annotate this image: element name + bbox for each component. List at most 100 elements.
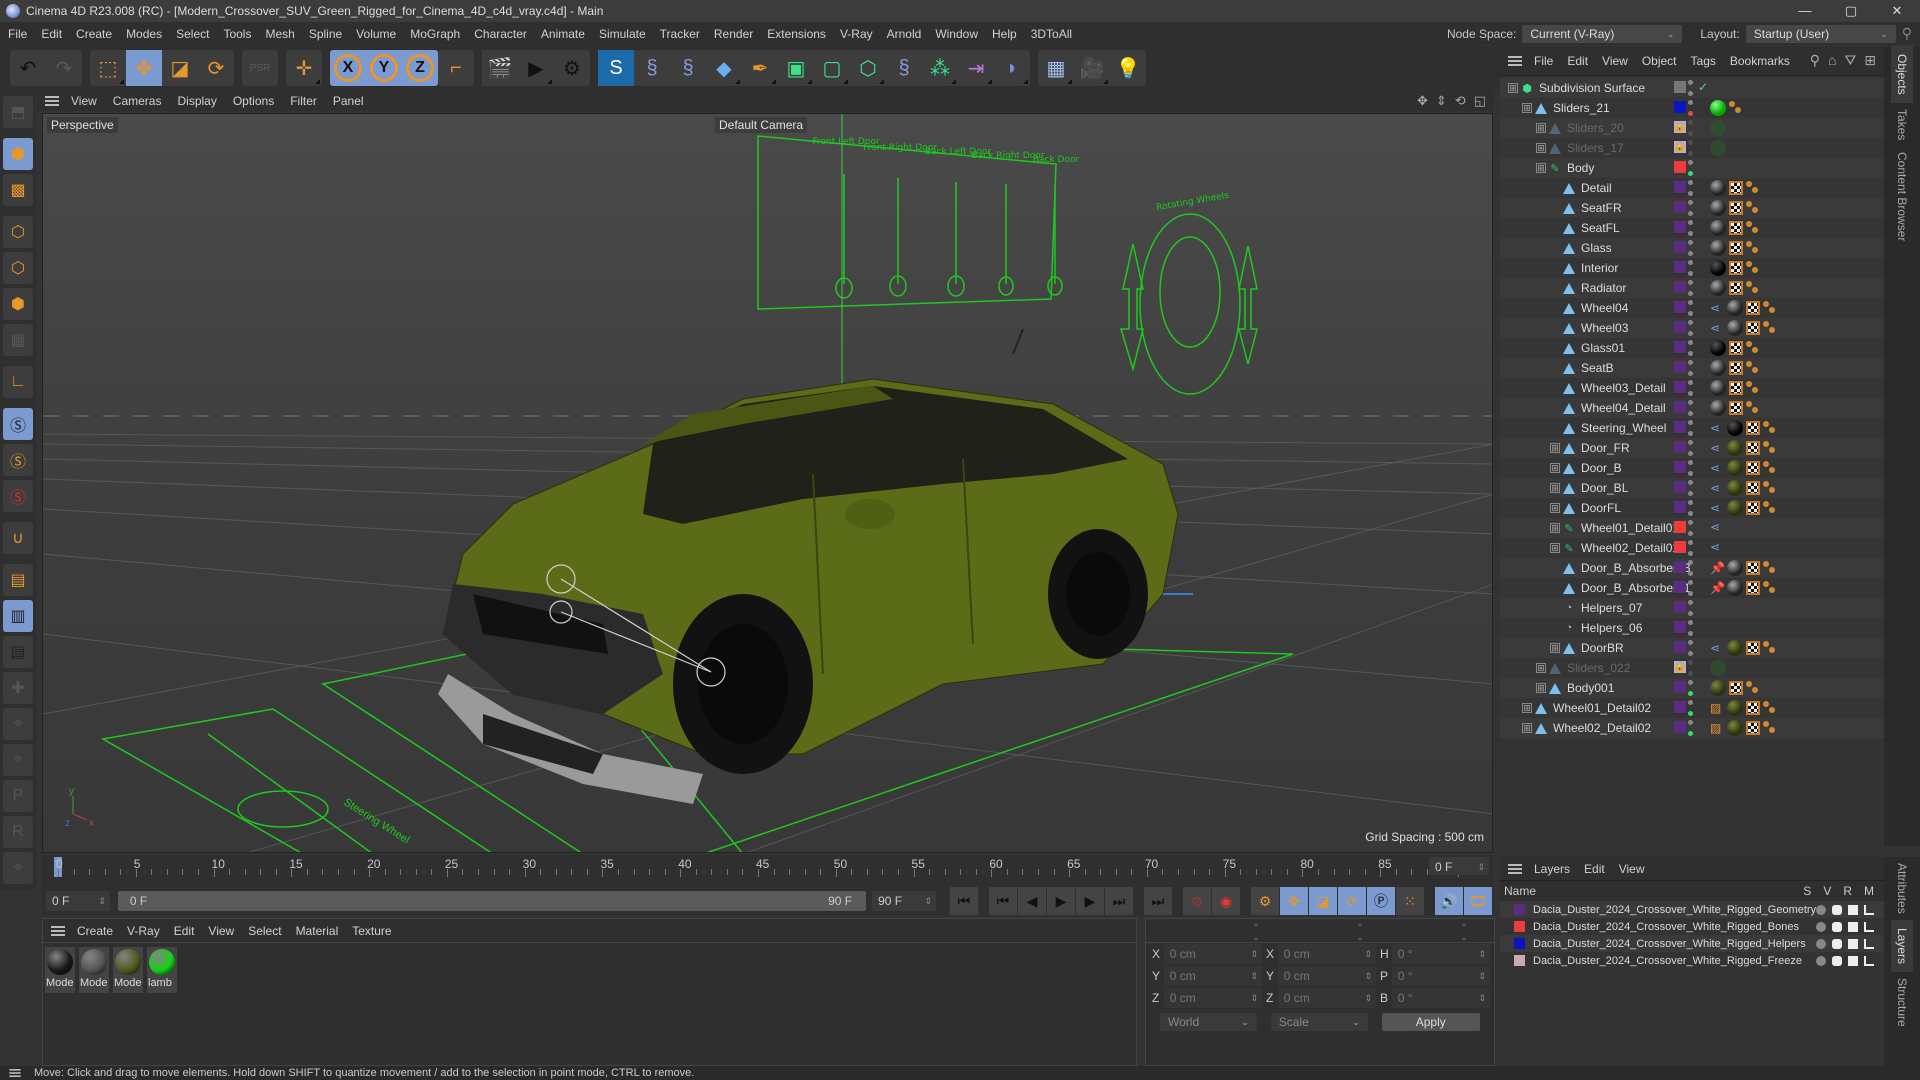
selection-tag-icon[interactable] (1746, 401, 1760, 415)
manager-toggle-icon[interactable] (1864, 921, 1874, 932)
menu-mesh[interactable]: Mesh (265, 27, 294, 41)
polygons-mode-icon[interactable]: ⬢ (3, 288, 33, 320)
go-to-end-icon[interactable]: ⏭ (1143, 887, 1172, 915)
light-icon[interactable]: 💡 (1110, 50, 1146, 86)
visible-eye-icon[interactable] (1832, 904, 1842, 915)
selection-tag-icon[interactable] (1746, 221, 1760, 235)
viewport-menu-filter[interactable]: Filter (290, 94, 317, 108)
layer-color-swatch[interactable] (1674, 641, 1686, 653)
visibility-dots[interactable] (1688, 680, 1694, 696)
object-row[interactable]: Detail (1500, 178, 1884, 198)
menu-extensions[interactable]: Extensions (767, 27, 826, 41)
texture-tag-icon[interactable] (1729, 201, 1743, 215)
material-tag-icon[interactable] (1727, 720, 1743, 736)
menu-simulate[interactable]: Simulate (599, 27, 646, 41)
key-scale-icon[interactable]: ◪ (1308, 887, 1337, 915)
visibility-dots[interactable] (1688, 380, 1694, 396)
quantize-icon[interactable]: Ⓢ (3, 480, 33, 512)
expand-toggle-icon[interactable]: ⊞ (1508, 83, 1518, 93)
visibility-dots[interactable] (1688, 600, 1694, 616)
texture-tag-icon[interactable] (1746, 581, 1760, 595)
manager-toggle-icon[interactable] (1864, 938, 1874, 949)
menu-v-ray[interactable]: V-Ray (840, 27, 873, 41)
python-icon[interactable]: § (670, 50, 706, 86)
solo-toggle-icon[interactable] (1816, 921, 1826, 932)
visibility-dots[interactable] (1688, 220, 1694, 236)
material-tag-icon[interactable] (1710, 180, 1726, 196)
lock-icon[interactable]: 🔒 (1674, 121, 1686, 133)
selection-tag-icon[interactable] (1746, 201, 1760, 215)
start-frame-field[interactable]: 0 F ⇕ (46, 891, 110, 911)
render-toggle-icon[interactable] (1848, 921, 1858, 932)
key-rotation-icon[interactable]: ⟳ (1337, 887, 1366, 915)
object-row[interactable]: Steering_Wheel ⋖ (1500, 418, 1884, 438)
object-row[interactable]: Glass (1500, 238, 1884, 258)
scale-mode-dropdown[interactable]: Scale ⌄ (1270, 1013, 1368, 1031)
record-keys-icon[interactable]: ⊘ (1182, 887, 1211, 915)
expand-toggle-icon[interactable]: ⊞ (1522, 723, 1532, 733)
maximize-button[interactable]: ▢ (1828, 0, 1874, 22)
material-tag-icon[interactable] (1710, 120, 1726, 136)
menu-arnold[interactable]: Arnold (887, 27, 922, 41)
expand-toggle-icon[interactable] (1550, 623, 1560, 633)
ik-tag-icon[interactable]: ⋖ (1710, 321, 1724, 335)
expand-toggle-icon[interactable] (1550, 343, 1560, 353)
selection-tag-icon[interactable] (1746, 281, 1760, 295)
selection-tag-icon[interactable] (1746, 681, 1760, 695)
menu-window[interactable]: Window (935, 27, 978, 41)
render-toggle-icon[interactable] (1848, 904, 1858, 915)
texture-tag-icon[interactable] (1729, 281, 1743, 295)
previous-frame-icon[interactable]: ◀ (1017, 887, 1046, 915)
expand-toggle-icon[interactable] (1550, 403, 1560, 413)
visibility-dots[interactable] (1688, 240, 1694, 256)
lock-icon[interactable]: 🔒 (1674, 661, 1686, 673)
expand-toggle-icon[interactable] (1550, 563, 1560, 573)
expand-toggle-icon[interactable]: ⊞ (1536, 143, 1546, 153)
expand-toggle-icon[interactable] (1550, 303, 1560, 313)
texture-tag-icon[interactable] (1746, 461, 1760, 475)
film-strip-icon[interactable]: 🎞 (1463, 887, 1492, 915)
spinner-icon[interactable]: ⇕ (1250, 966, 1258, 986)
key-point-level-icon[interactable]: ⁙ (1395, 887, 1424, 915)
3d-viewport[interactable]: Front Left Door Front Right Door Back Le… (42, 113, 1493, 853)
hamburger-menu-icon[interactable] (1508, 55, 1522, 66)
visibility-dots[interactable] (1688, 440, 1694, 456)
previous-key-icon[interactable]: ⏮ (988, 887, 1017, 915)
layout-dropdown[interactable]: Startup (User) ⌄ (1745, 24, 1896, 43)
pin-s-icon[interactable]: ⌖ (3, 852, 33, 884)
visibility-dots[interactable] (1688, 640, 1694, 656)
manager-toggle-icon[interactable] (1864, 955, 1874, 966)
expand-toggle-icon[interactable]: ⊞ (1550, 543, 1560, 553)
selection-tag-icon[interactable] (1746, 381, 1760, 395)
layer-color-swatch[interactable] (1674, 361, 1686, 373)
visibility-dots[interactable] (1688, 720, 1694, 736)
minimize-button[interactable]: — (1782, 0, 1828, 22)
visibility-dots[interactable] (1688, 120, 1694, 136)
texture-tag-icon[interactable] (1746, 501, 1760, 515)
make-editable-icon[interactable]: ⬒ (3, 96, 33, 128)
render-toggle-icon[interactable] (1848, 955, 1858, 966)
ik-tag-icon[interactable]: ⋖ (1710, 540, 1724, 554)
object-row[interactable]: Door_B_Absorber01 📌 (1500, 578, 1884, 598)
menu-help[interactable]: Help (992, 27, 1017, 41)
live-selection-icon[interactable]: ⬚ (90, 50, 126, 86)
expand-toggle-icon[interactable] (1550, 203, 1560, 213)
texture-tag-icon[interactable] (1746, 301, 1760, 315)
enabled-check-icon[interactable]: ✓ (1698, 80, 1708, 94)
viewport-menu-cameras[interactable]: Cameras (113, 94, 162, 108)
material-tag-icon[interactable] (1727, 580, 1743, 596)
layer-row[interactable]: Dacia_Duster_2024_Crossover_White_Rigged… (1500, 935, 1884, 952)
coordinate-field[interactable]: 0 cm ⇕ (1277, 966, 1376, 986)
menu-character[interactable]: Character (474, 27, 527, 41)
layer-menu-view[interactable]: View (1619, 862, 1645, 876)
visibility-dots[interactable] (1688, 700, 1694, 716)
texture-tag-icon[interactable] (1746, 721, 1760, 735)
material-tag-icon[interactable] (1727, 320, 1743, 336)
texture-tag-icon[interactable] (1746, 561, 1760, 575)
material-menu-v-ray[interactable]: V-Ray (127, 924, 160, 938)
render-view-icon[interactable]: 🎬 (482, 50, 518, 86)
object-menu-bookmarks[interactable]: Bookmarks (1730, 54, 1790, 68)
material-tag-icon[interactable] (1710, 220, 1726, 236)
visibility-dots[interactable] (1688, 660, 1694, 676)
material-menu-create[interactable]: Create (77, 924, 113, 938)
